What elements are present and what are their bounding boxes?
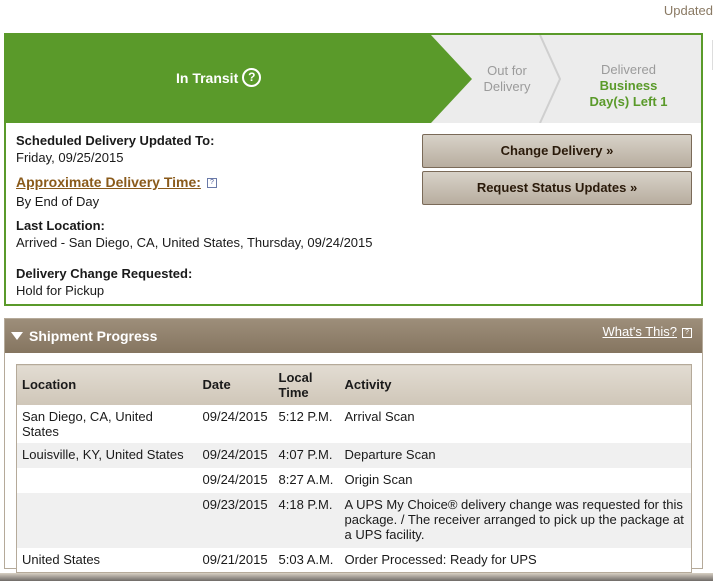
in-transit-label: In Transit xyxy=(176,70,239,87)
stage-out-for-delivery: Out for Delivery xyxy=(471,63,543,95)
row-location xyxy=(16,492,198,548)
bottom-dock-strip xyxy=(0,573,713,581)
out-for-label-line2: Delivery xyxy=(483,79,531,94)
stage-delivered: Delivered Business Day(s) Left 1 xyxy=(581,62,676,110)
row-date: 09/21/2015 xyxy=(197,547,274,573)
delivered-label: Delivered xyxy=(601,62,656,77)
column-header-location: Location xyxy=(16,364,198,405)
row-activity: Origin Scan xyxy=(339,467,692,493)
in-transit-label-group: In Transit? xyxy=(176,68,262,89)
shipment-progress-title-group[interactable]: Shipment Progress xyxy=(11,328,157,344)
delivery-change-value: Hold for Pickup xyxy=(16,283,105,298)
row-time: 8:27 A.M. xyxy=(273,467,340,493)
row-location xyxy=(16,467,198,493)
help-circle-icon[interactable]: ? xyxy=(242,68,262,87)
shipment-progress-table: Location Date Local Time Activity San Di… xyxy=(16,364,692,573)
table-row: San Diego, CA, United States 09/24/2015 … xyxy=(16,404,692,443)
column-header-activity: Activity xyxy=(339,364,692,405)
row-activity: A UPS My Choice® delivery change was req… xyxy=(339,492,692,548)
progress-tracker: In Transit? Out for Delivery Delivered B… xyxy=(6,35,701,123)
table-row: 09/23/2015 4:18 P.M. A UPS My Choice® de… xyxy=(16,492,692,548)
row-activity: Arrival Scan xyxy=(339,404,692,443)
row-time: 5:03 A.M. xyxy=(273,547,340,573)
row-location: Louisville, KY, United States xyxy=(16,442,198,468)
row-date: 09/24/2015 xyxy=(197,442,274,468)
whats-this-group[interactable]: What's This?? xyxy=(603,324,692,339)
whats-this-link[interactable]: What's This? xyxy=(603,324,678,339)
column-header-local-time: Local Time xyxy=(273,364,340,405)
table-row: 09/24/2015 8:27 A.M. Origin Scan xyxy=(16,467,692,493)
delivery-details: Scheduled Delivery Updated To: Friday, 0… xyxy=(16,133,416,298)
whats-this-help-icon[interactable]: ? xyxy=(682,327,692,338)
row-activity: Departure Scan xyxy=(339,442,692,468)
row-date: 09/24/2015 xyxy=(197,467,274,493)
updated-label: Updated xyxy=(663,3,713,18)
request-status-updates-button[interactable]: Request Status Updates » xyxy=(422,171,692,205)
row-activity: Order Processed: Ready for UPS xyxy=(339,547,692,573)
row-time: 4:18 P.M. xyxy=(273,492,340,548)
out-for-label-line1: Out for xyxy=(487,63,527,78)
change-delivery-button[interactable]: Change Delivery » xyxy=(422,134,692,168)
help-icon[interactable]: ? xyxy=(206,177,217,188)
row-date: 09/24/2015 xyxy=(197,404,274,443)
last-location-label: Last Location: xyxy=(16,218,105,233)
table-row: Louisville, KY, United States 09/24/2015… xyxy=(16,442,692,468)
row-date: 09/23/2015 xyxy=(197,492,274,548)
business-days-left: Business Day(s) Left 1 xyxy=(589,78,668,109)
approximate-delivery-value: By End of Day xyxy=(16,194,100,209)
row-location: San Diego, CA, United States xyxy=(16,404,198,443)
row-location: United States xyxy=(16,547,198,573)
row-time: 5:12 P.M. xyxy=(273,404,340,443)
last-location-value: Arrived - San Diego, CA, United States, … xyxy=(16,235,373,250)
table-header-row: Location Date Local Time Activity xyxy=(16,364,692,405)
shipment-progress-title: Shipment Progress xyxy=(29,328,158,344)
scheduled-delivery-label: Scheduled Delivery Updated To: xyxy=(16,133,215,148)
shipment-progress-panel: Shipment Progress What's This?? Location… xyxy=(4,318,703,573)
scheduled-delivery-value: Friday, 09/25/2015 xyxy=(16,150,124,165)
column-header-date: Date xyxy=(197,364,274,405)
delivery-status-panel: In Transit? Out for Delivery Delivered B… xyxy=(4,33,703,306)
row-time: 4:07 P.M. xyxy=(273,442,340,468)
collapse-triangle-icon[interactable] xyxy=(11,332,23,341)
approximate-delivery-time-link[interactable]: Approximate Delivery Time: xyxy=(16,174,201,190)
delivery-change-label: Delivery Change Requested: xyxy=(16,266,193,281)
shipment-progress-header[interactable]: Shipment Progress What's This?? xyxy=(5,319,702,353)
table-row: United States 09/21/2015 5:03 A.M. Order… xyxy=(16,547,692,573)
